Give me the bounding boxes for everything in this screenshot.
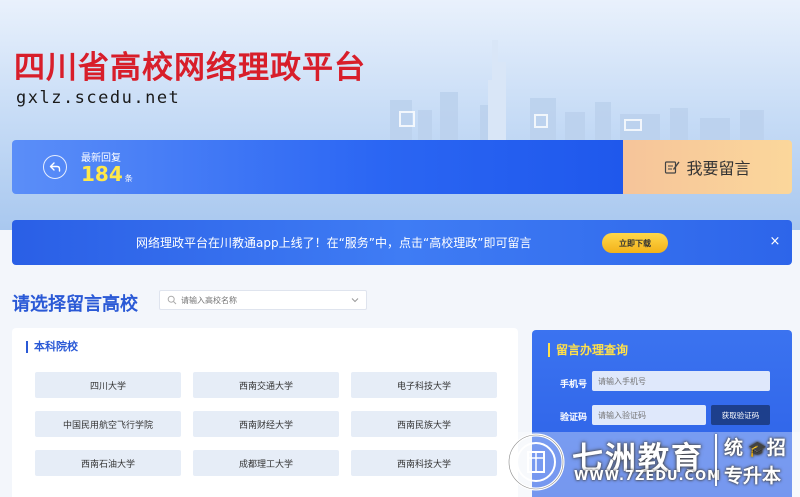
school-search-field[interactable] [159,290,367,310]
reply-icon [43,155,67,179]
download-now-button[interactable]: 立即下载 [602,233,668,253]
site-url: gxlz.scedu.net [16,88,181,108]
verification-code-input[interactable] [592,405,706,425]
notice-bar: 网络理政平台在川教通app上线了！在“服务”中，点击“高校理政”即可留言 [12,220,792,265]
graduation-cap-icon: 🎓 [743,440,767,458]
school-item[interactable]: 电子科技大学 [351,372,497,398]
watermark: 七洲教育 WWW.7ZEDU.COM 统 🎓招 专升本 [506,432,800,497]
search-icon [167,295,177,305]
school-item[interactable]: 西南石油大学 [35,450,181,476]
phone-input[interactable] [592,371,770,391]
watermark-seal-logo [507,433,565,491]
edit-icon [665,161,680,174]
chevron-down-icon[interactable] [350,295,360,305]
leave-message-label: 我要留言 [686,159,751,178]
select-school-title: 请选择留言高校 [12,294,138,315]
page: 四川省高校网络理政平台 gxlz.scedu.net 最新回复 184 条 我要留… [0,0,800,497]
watermark-side-top: 统 🎓招 [724,433,786,460]
watermark-url: WWW.7ZEDU.COM [574,469,722,484]
school-item[interactable]: 成都理工大学 [193,450,339,476]
school-search-input[interactable] [181,295,341,305]
header-banner: 四川省高校网络理政平台 gxlz.scedu.net [0,0,800,230]
school-item[interactable]: 四川大学 [35,372,181,398]
undergraduate-section-title: 本科院校 [26,341,78,353]
notice-text: 网络理政平台在川教通app上线了！在“服务”中，点击“高校理政”即可留言 [136,236,532,250]
close-icon[interactable]: × [768,233,782,251]
watermark-side-bottom: 专升本 [724,465,782,487]
get-verification-code-button[interactable]: 获取验证码 [711,405,770,425]
city-skyline-illustration [390,40,764,150]
watermark-divider [715,434,717,486]
phone-label: 手机号 [560,380,588,390]
message-query-title: 留言办理查询 [548,343,628,357]
school-item[interactable]: 西南科技大学 [351,450,497,476]
site-title: 四川省高校网络理政平台 [14,50,366,86]
reply-count-value: 184 [81,162,123,186]
school-item[interactable]: 西南民族大学 [351,411,497,437]
watermark-side-top-char2: 招 [766,437,786,459]
reply-count-unit: 条 [124,174,133,183]
latest-reply-panel[interactable]: 最新回复 184 条 [12,140,623,194]
latest-reply-count: 184 条 [81,162,133,186]
school-item[interactable]: 中国民用航空飞行学院 [35,411,181,437]
watermark-side-top-char1: 统 [724,437,744,459]
leave-message-button[interactable]: 我要留言 [623,140,792,194]
school-item[interactable]: 西南交通大学 [193,372,339,398]
code-label: 验证码 [560,413,588,423]
school-item[interactable]: 西南财经大学 [193,411,339,437]
stats-bar: 最新回复 184 条 我要留言 [12,140,792,194]
